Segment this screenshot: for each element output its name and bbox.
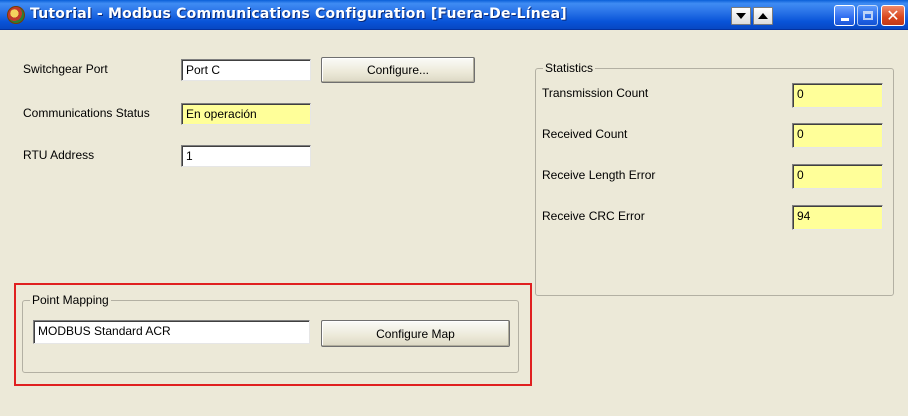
minimize-button[interactable] [834, 5, 855, 26]
communications-status-label: Communications Status [23, 106, 150, 120]
minimize-icon [840, 18, 849, 21]
receive-length-error-field: 0 [792, 164, 883, 189]
transmission-count-label: Transmission Count [542, 86, 649, 100]
receive-crc-error-label: Receive CRC Error [542, 209, 645, 223]
receive-length-error-label: Receive Length Error [542, 168, 656, 182]
title-bar[interactable]: Tutorial - Modbus Communications Configu… [0, 0, 908, 30]
communications-status-field: En operación [181, 103, 311, 125]
received-count-field: 0 [792, 123, 883, 148]
maximize-icon [862, 11, 873, 20]
close-button[interactable]: ✕ [881, 5, 905, 26]
triangle-up-icon [758, 13, 768, 19]
maximize-button[interactable] [857, 5, 878, 26]
app-icon[interactable] [7, 6, 25, 24]
highlight-frame [14, 283, 532, 386]
rtu-address-label: RTU Address [23, 148, 95, 162]
close-icon: ✕ [886, 5, 900, 25]
statistics-legend: Statistics [543, 61, 596, 75]
received-count-label: Received Count [542, 127, 628, 141]
rtu-address-field[interactable]: 1 [181, 145, 311, 167]
modbus-config-window: Tutorial - Modbus Communications Configu… [0, 0, 908, 416]
switchgear-port-label: Switchgear Port [23, 62, 108, 76]
triangle-down-button[interactable] [731, 7, 751, 25]
configure-button[interactable]: Configure... [321, 57, 475, 83]
transmission-count-field: 0 [792, 83, 883, 108]
triangle-down-icon [736, 13, 746, 19]
switchgear-port-field[interactable]: Port C [181, 59, 311, 81]
window-title: Tutorial - Modbus Communications Configu… [30, 6, 567, 22]
receive-crc-error-field: 94 [792, 205, 883, 230]
triangle-up-button[interactable] [753, 7, 773, 25]
